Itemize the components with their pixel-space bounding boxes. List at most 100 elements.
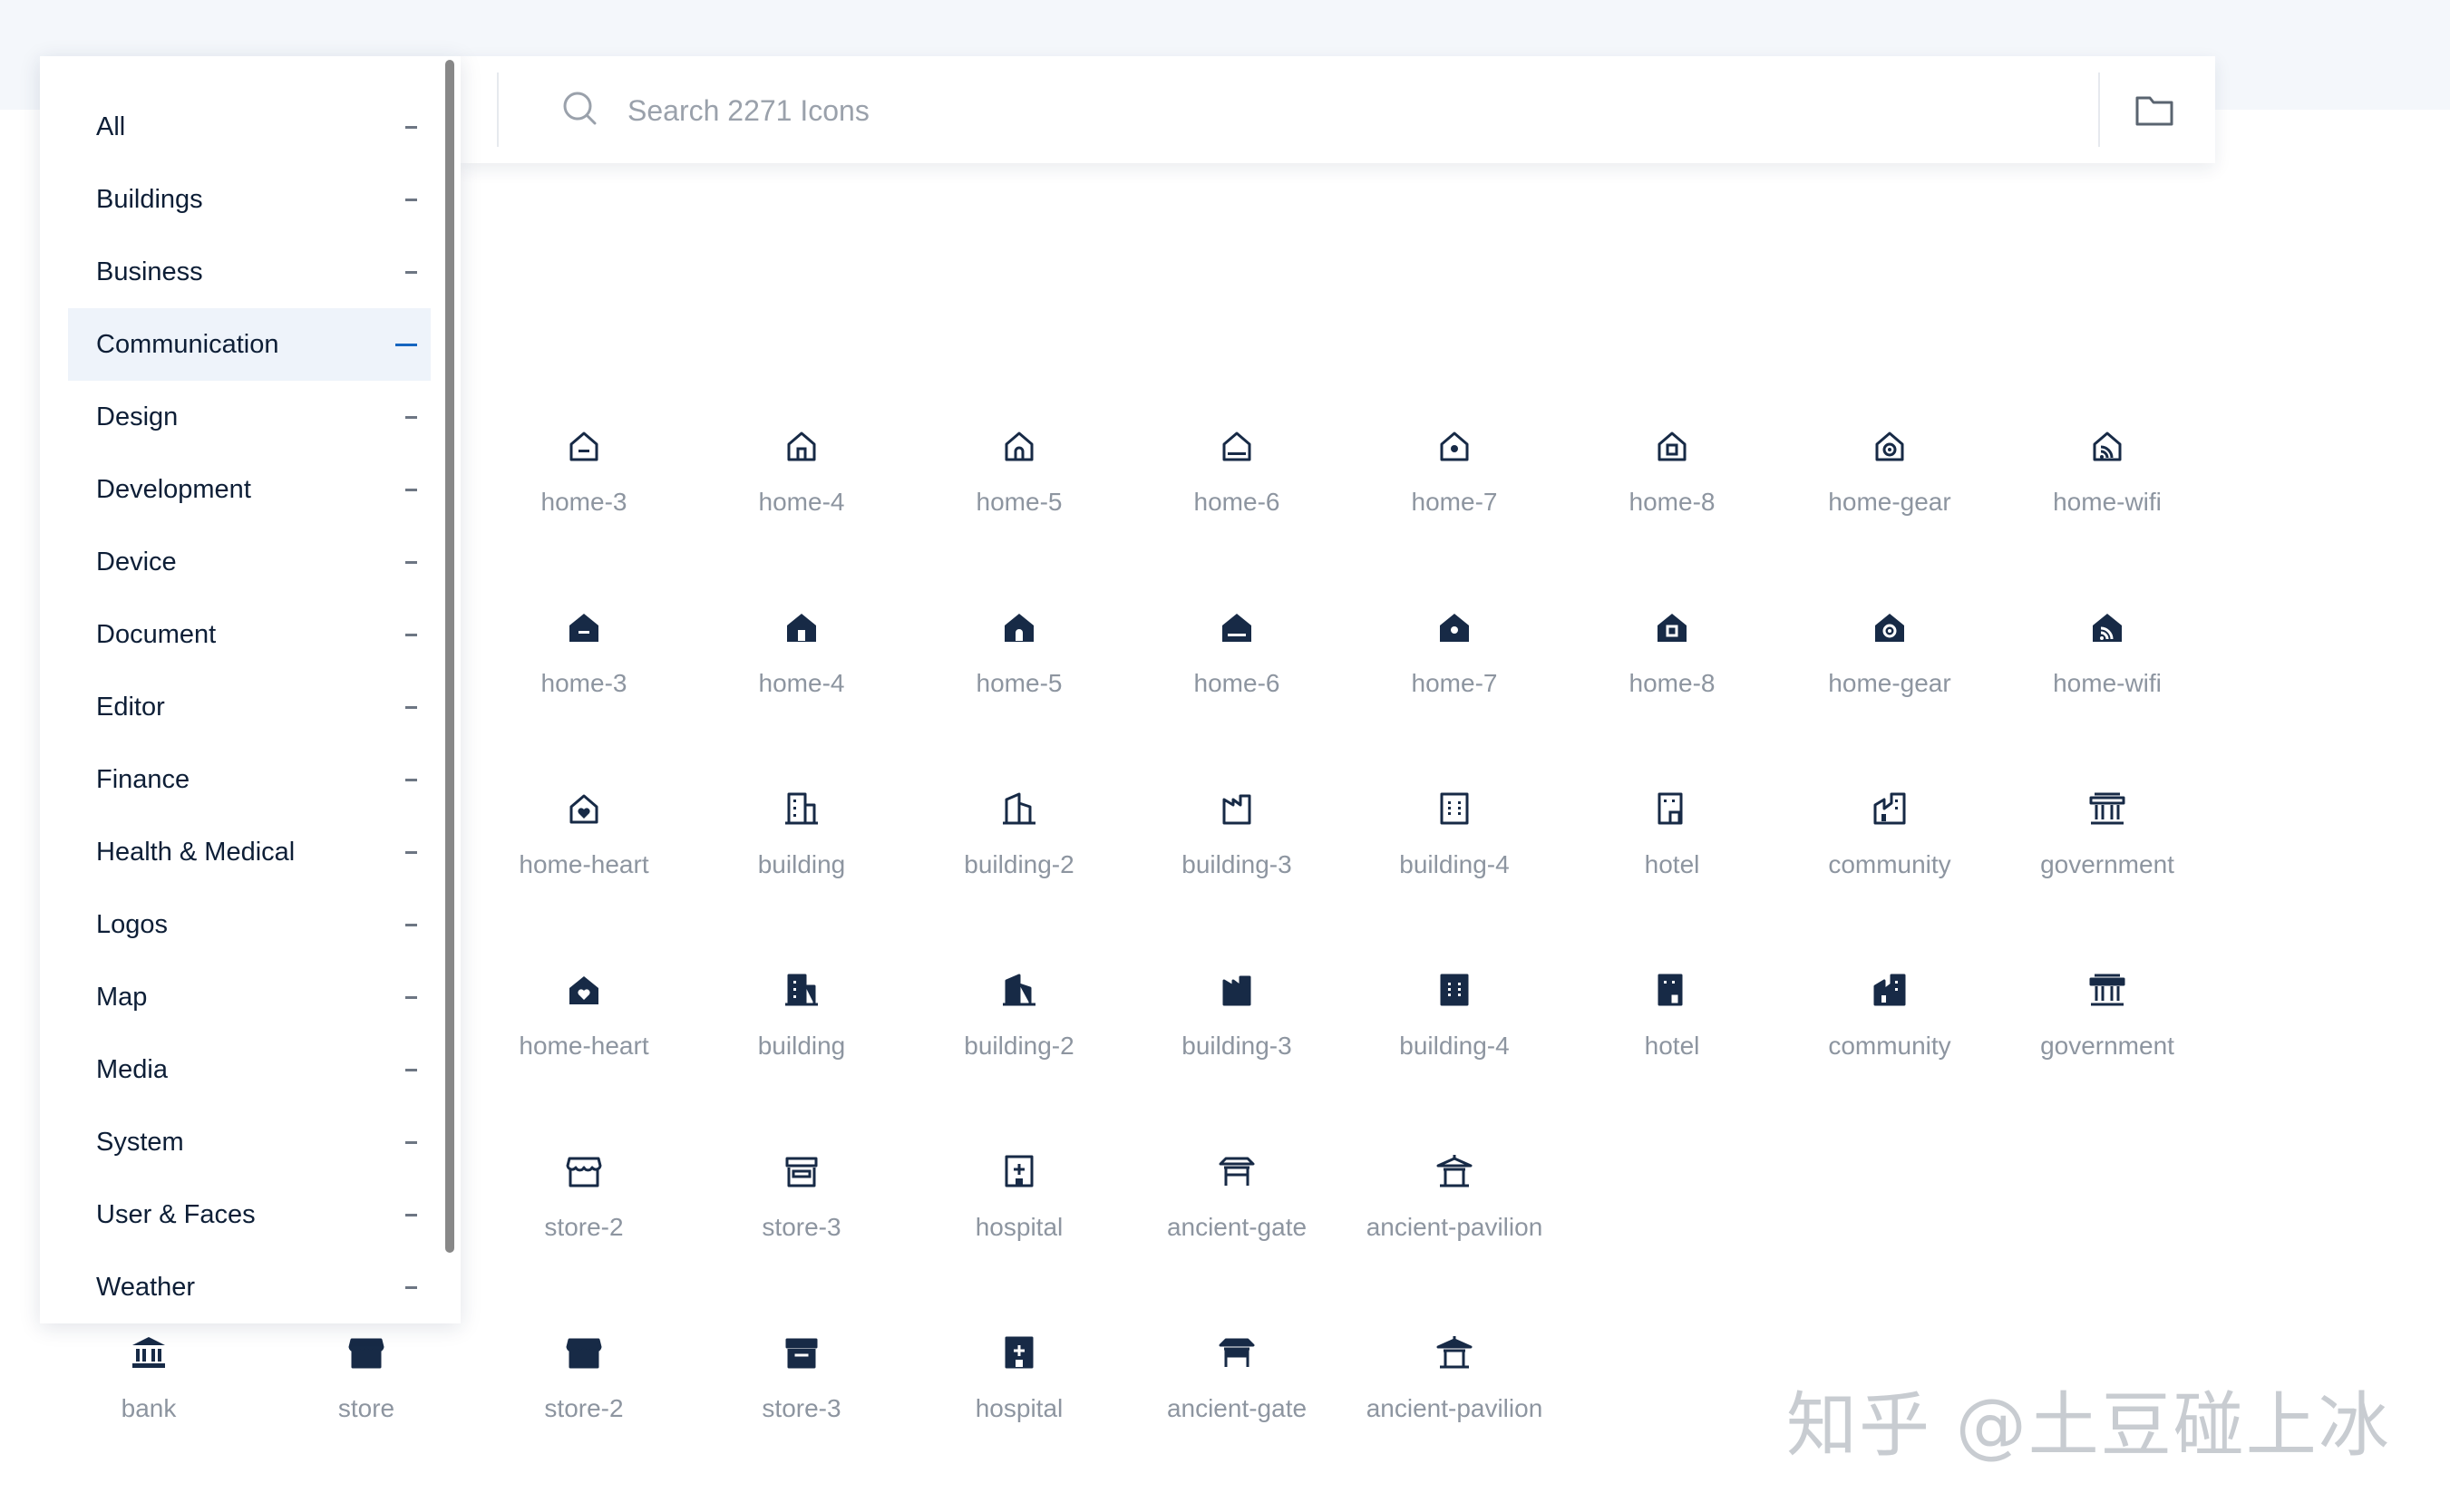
sidebar-item-design[interactable]: Design — [68, 381, 431, 453]
sidebar-item-weather[interactable]: Weather — [68, 1251, 431, 1323]
icon-label: store-3 — [762, 1213, 841, 1241]
sidebar-item-health-medical[interactable]: Health & Medical — [68, 816, 431, 888]
sidebar-item-label: Map — [96, 982, 148, 1012]
icon-card-store-2[interactable]: store-2 — [475, 1311, 693, 1492]
icon-card-home-7[interactable]: home-7 — [1346, 586, 1563, 767]
building-3-line-icon — [1222, 794, 1251, 825]
home-3-fill-icon — [569, 614, 598, 642]
sidebar-item-logos[interactable]: Logos — [68, 888, 431, 961]
icon-card-community[interactable]: community — [1781, 948, 1998, 1129]
icon-card-ancient-pavilion[interactable]: ancient-pavilion — [1346, 1129, 1563, 1311]
icon-card-building-3[interactable]: building-3 — [1128, 948, 1346, 1129]
icon-card-building[interactable]: building — [693, 948, 910, 1129]
icon-card-bank[interactable]: bank — [40, 1311, 258, 1492]
sidebar-item-document[interactable]: Document — [68, 598, 431, 671]
icon-card-home-heart[interactable]: home-heart — [475, 948, 693, 1129]
home-heart-line-icon — [569, 794, 598, 824]
icon-card-building-3[interactable]: building-3 — [1128, 767, 1346, 948]
sidebar-item-finance[interactable]: Finance — [68, 743, 431, 816]
icon-card-government[interactable]: government — [1998, 767, 2216, 948]
icon-card-home-8[interactable]: home-8 — [1563, 404, 1781, 586]
sidebar-item-development[interactable]: Development — [68, 453, 431, 526]
icon-label: hotel — [1644, 850, 1700, 878]
icon-card-home-6[interactable]: home-6 — [1128, 404, 1346, 586]
icon-card-home-4[interactable]: home-4 — [693, 586, 910, 767]
search-divider-left — [497, 73, 499, 147]
icon-card-home-7[interactable]: home-7 — [1346, 404, 1563, 586]
building-line-icon — [785, 792, 818, 825]
home-5-line-icon — [1005, 431, 1034, 461]
icon-label: store-2 — [544, 1213, 624, 1241]
icon-card-ancient-gate[interactable]: ancient-gate — [1128, 1129, 1346, 1311]
icon-card-home-6[interactable]: home-6 — [1128, 586, 1346, 767]
icon-label: building-4 — [1399, 1032, 1510, 1060]
sidebar-item-buildings[interactable]: Buildings — [68, 163, 431, 236]
icon-card-store-3[interactable]: store-3 — [693, 1311, 910, 1492]
icon-card-home-heart[interactable]: home-heart — [475, 767, 693, 948]
icon-card-home-3[interactable]: home-3 — [475, 404, 693, 586]
sidebar-item-label: Buildings — [96, 184, 203, 214]
search-input[interactable] — [627, 85, 2060, 136]
sidebar-item-device[interactable]: Device — [68, 526, 431, 598]
icon-card-community[interactable]: community — [1781, 767, 1998, 948]
community-fill-icon — [1873, 974, 1906, 1006]
icon-card-home-5[interactable]: home-5 — [910, 586, 1128, 767]
icon-card-home-gear[interactable]: home-gear — [1781, 404, 1998, 586]
icon-card-government[interactable]: government — [1998, 948, 2216, 1129]
building-fill-icon — [785, 974, 818, 1006]
icon-card-building[interactable]: building — [693, 767, 910, 948]
bank-fill-icon — [132, 1337, 165, 1368]
icon-label: home-4 — [758, 488, 845, 516]
sidebar-item-business[interactable]: Business — [68, 236, 431, 308]
sidebar-scrollbar[interactable] — [445, 60, 454, 1253]
icon-label: home-heart — [519, 1032, 649, 1060]
icon-label: ancient-pavilion — [1366, 1394, 1543, 1422]
sidebar-item-all[interactable]: All — [68, 91, 431, 163]
icon-card-store[interactable]: store — [258, 1311, 475, 1492]
collapse-dash-icon — [405, 1286, 417, 1289]
icon-card-home-gear[interactable]: home-gear — [1781, 586, 1998, 767]
home-5-fill-icon — [1005, 614, 1034, 642]
icon-card-store-2[interactable]: store-2 — [475, 1129, 693, 1311]
icon-card-building-2[interactable]: building-2 — [910, 948, 1128, 1129]
home-7-line-icon — [1440, 431, 1469, 461]
hospital-line-icon — [1005, 1155, 1034, 1187]
icon-label: store-2 — [544, 1394, 624, 1422]
home-wifi-line-icon — [2093, 431, 2122, 461]
icon-card-building-4[interactable]: building-4 — [1346, 767, 1563, 948]
icon-card-hotel[interactable]: hotel — [1563, 948, 1781, 1129]
sidebar-item-map[interactable]: Map — [68, 961, 431, 1033]
sidebar-item-user-faces[interactable]: User & Faces — [68, 1178, 431, 1251]
folder-icon[interactable] — [2134, 89, 2175, 131]
icon-card-hospital[interactable]: hospital — [910, 1311, 1128, 1492]
icon-card-home-4[interactable]: home-4 — [693, 404, 910, 586]
icon-label: hotel — [1644, 1032, 1700, 1060]
sidebar-item-label: Logos — [96, 909, 169, 939]
icon-card-home-wifi[interactable]: home-wifi — [1998, 586, 2216, 767]
sidebar-item-system[interactable]: System — [68, 1106, 431, 1178]
ancient-pavilion-line-icon — [1436, 1155, 1473, 1187]
sidebar-item-communication[interactable]: Communication — [68, 308, 431, 381]
icon-card-home-5[interactable]: home-5 — [910, 404, 1128, 586]
icon-card-hotel[interactable]: hotel — [1563, 767, 1781, 948]
icon-card-building-4[interactable]: building-4 — [1346, 948, 1563, 1129]
collapse-dash-icon — [405, 634, 417, 636]
icon-card-hospital[interactable]: hospital — [910, 1129, 1128, 1311]
building-4-line-icon — [1440, 792, 1469, 825]
icon-card-store-3[interactable]: store-3 — [693, 1129, 910, 1311]
sidebar-item-label: Communication — [96, 329, 279, 359]
icon-card-home-wifi[interactable]: home-wifi — [1998, 404, 2216, 586]
home-gear-line-icon — [1875, 431, 1904, 461]
icon-card-home-3[interactable]: home-3 — [475, 586, 693, 767]
icon-card-home-8[interactable]: home-8 — [1563, 586, 1781, 767]
icon-card-ancient-gate[interactable]: ancient-gate — [1128, 1311, 1346, 1492]
sidebar-item-media[interactable]: Media — [68, 1033, 431, 1106]
store-fill-icon — [348, 1338, 384, 1369]
collapse-dash-icon — [405, 489, 417, 491]
collapse-dash-icon — [405, 126, 417, 129]
icon-label: home-6 — [1193, 669, 1280, 697]
icon-card-ancient-pavilion[interactable]: ancient-pavilion — [1346, 1311, 1563, 1492]
sidebar-item-editor[interactable]: Editor — [68, 671, 431, 743]
icon-card-building-2[interactable]: building-2 — [910, 767, 1128, 948]
icon-label: home-wifi — [2053, 488, 2162, 516]
